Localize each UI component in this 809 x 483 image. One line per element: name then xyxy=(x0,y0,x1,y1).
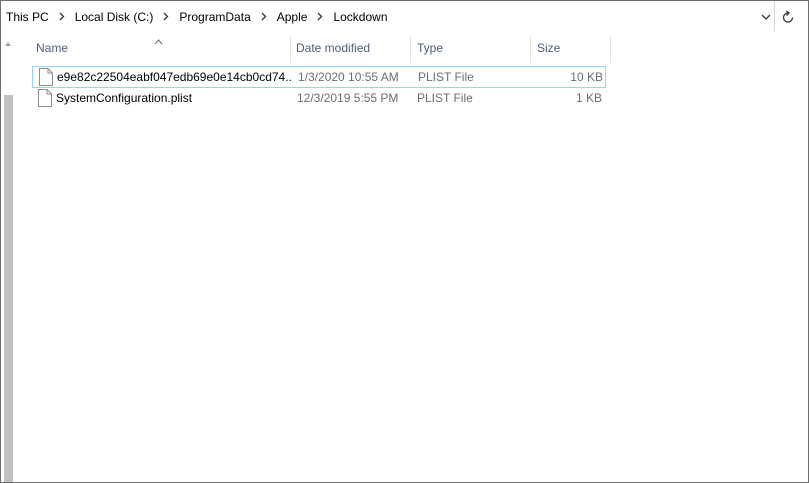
column-header-size[interactable]: Size xyxy=(532,33,610,63)
chevron-right-icon[interactable] xyxy=(159,10,173,24)
column-header-date-label: Date modified xyxy=(296,41,371,55)
column-header-size-label: Size xyxy=(537,41,561,55)
file-size: 1 KB xyxy=(575,91,602,105)
scrollbar-thumb[interactable] xyxy=(4,95,13,482)
column-header-type-label: Type xyxy=(417,41,444,55)
file-explorer-window: This PC Local Disk (C:) ProgramData Appl… xyxy=(0,0,809,483)
file-date-modified: 12/3/2019 5:55 PM xyxy=(297,91,399,105)
breadcrumb-local-disk[interactable]: Local Disk (C:) xyxy=(74,10,155,24)
document-icon xyxy=(38,89,52,107)
scroll-up-arrow-icon[interactable] xyxy=(3,37,13,46)
document-icon xyxy=(39,68,53,86)
file-date-modified: 1/3/2020 10:55 AM xyxy=(298,70,399,84)
breadcrumb-apple[interactable]: Apple xyxy=(276,10,309,24)
file-type: PLIST File xyxy=(417,91,473,105)
file-name[interactable]: SystemConfiguration.plist xyxy=(56,88,290,108)
column-header-type[interactable]: Type xyxy=(412,33,530,63)
address-bar[interactable]: This PC Local Disk (C:) ProgramData Appl… xyxy=(1,1,775,32)
breadcrumb-lockdown[interactable]: Lockdown xyxy=(332,10,388,24)
navigation-pane-scrollbar[interactable] xyxy=(1,33,15,482)
column-divider[interactable] xyxy=(610,36,611,63)
file-size: 10 KB xyxy=(570,70,603,84)
breadcrumb-this-pc[interactable]: This PC xyxy=(5,10,50,24)
chevron-down-icon[interactable] xyxy=(759,9,773,25)
chevron-right-icon[interactable] xyxy=(257,10,271,24)
column-header-date-modified[interactable]: Date modified xyxy=(291,33,411,63)
sort-ascending-icon xyxy=(154,34,163,45)
chevron-right-icon[interactable] xyxy=(55,10,69,24)
chevron-right-icon[interactable] xyxy=(313,10,327,24)
column-divider[interactable] xyxy=(530,36,531,63)
breadcrumb-programdata[interactable]: ProgramData xyxy=(178,10,251,24)
column-header-name-label: Name xyxy=(36,41,69,55)
column-header-row: Name Date modified Type Size xyxy=(16,33,611,63)
column-divider[interactable] xyxy=(410,36,411,63)
file-row[interactable]: e9e82c22504eabf047edb69e0e14cb0cd74... 1… xyxy=(32,66,606,88)
file-row[interactable]: SystemConfiguration.plist 12/3/2019 5:55… xyxy=(32,88,606,110)
refresh-icon[interactable] xyxy=(781,9,795,25)
file-type: PLIST File xyxy=(418,70,474,84)
file-name[interactable]: e9e82c22504eabf047edb69e0e14cb0cd74... xyxy=(57,67,291,87)
